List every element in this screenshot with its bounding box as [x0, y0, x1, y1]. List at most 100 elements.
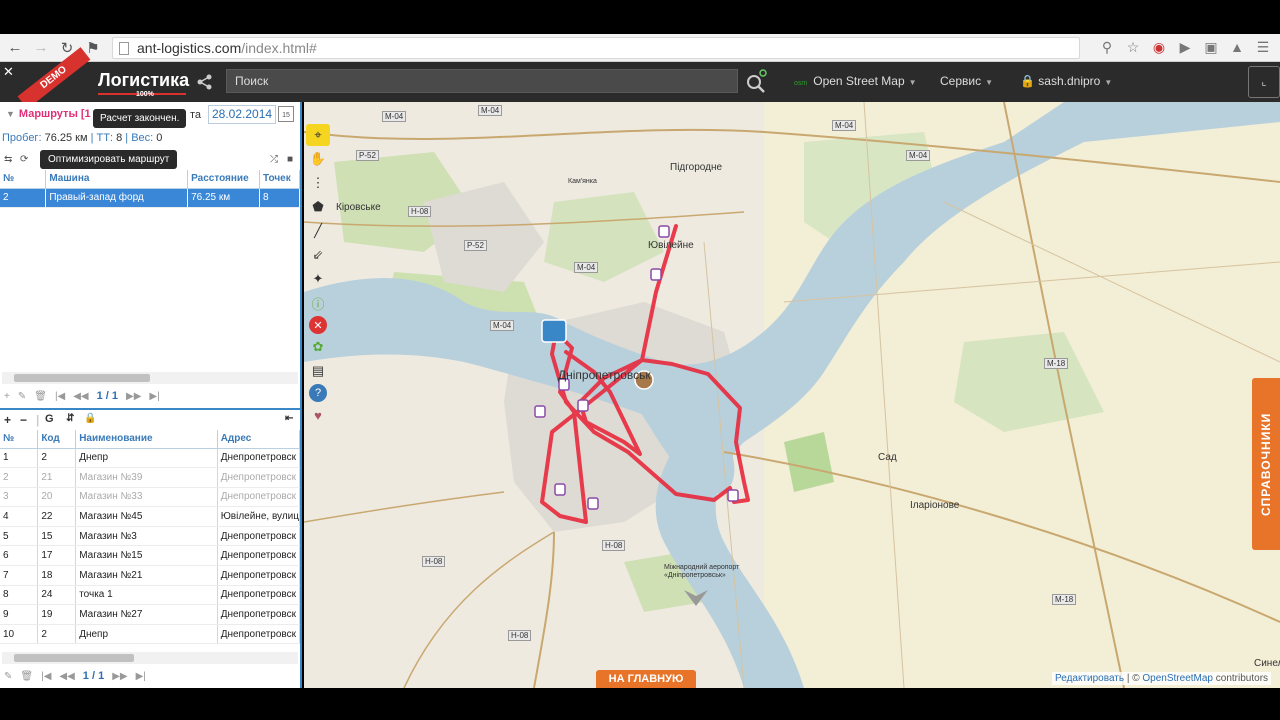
col-no[interactable]: № [0, 430, 39, 449]
map-view[interactable]: M-04 M-04 M-04 P-52 P-52 M-04 M-04 M-04 … [304, 102, 1280, 688]
close-icon[interactable]: ✕ [3, 64, 14, 80]
edit-icon[interactable]: ✎ [4, 671, 12, 682]
play-icon[interactable]: ▶ [1176, 38, 1194, 56]
first-page-icon[interactable]: |◀ [41, 671, 51, 682]
leaf-icon[interactable]: ✿ [306, 336, 330, 358]
col-name[interactable]: Наименование [75, 430, 218, 449]
back-icon[interactable]: ← [4, 37, 26, 59]
search-icon[interactable] [744, 68, 768, 94]
film-icon[interactable]: ▤ [306, 360, 330, 382]
table-row[interactable]: 9 19 Магазин №27 Днепропетровск [0, 604, 301, 625]
polygon-icon[interactable]: ⬟ [306, 196, 330, 218]
edit-link[interactable]: Редактировать [1055, 673, 1124, 684]
col-points[interactable]: Точек [259, 170, 300, 189]
trash-icon[interactable]: 🗑 [34, 391, 47, 402]
table-row[interactable]: 7 18 Магазин №21 Днепропетровск [0, 565, 301, 586]
prev-page-icon[interactable]: ◀◀ [73, 391, 88, 402]
shuffle-icon[interactable]: ⤮ [270, 154, 278, 165]
map-toolbar: ⌖ ✋ ⋮ ⬟ ╱ ⇙ ✦ ⓘ ✕ ✿ ▤ ? ♥ [306, 124, 330, 426]
table-row[interactable]: 3 20 Магазин №33 Днепропетровск [0, 487, 301, 508]
reference-tab[interactable]: СПРАВОЧНИКИ [1252, 378, 1280, 550]
hand-icon[interactable]: ✋ [306, 148, 330, 170]
routes-tab[interactable]: ▼ Маршруты [1 [6, 108, 91, 120]
table-row[interactable]: 5 15 Магазин №3 Днепропетровск [0, 526, 301, 547]
road-badge: P-52 [356, 150, 379, 161]
user-menu[interactable]: 🔒 sash.dnipro ▼ [1020, 74, 1112, 88]
cell-code: 19 [37, 604, 77, 625]
service-menu[interactable]: Сервис ▼ [940, 74, 993, 88]
home-button[interactable]: НА ГЛАВНУЮ [596, 670, 696, 688]
osm-tag: osm [794, 80, 808, 87]
locate-icon[interactable]: ⌖ [306, 124, 330, 146]
col-distance[interactable]: Расстояние [187, 170, 261, 189]
help-icon[interactable]: ? [309, 384, 327, 402]
table-row[interactable]: 2 Правый-запад форд 76.25 км 8 [0, 188, 300, 209]
remove-icon[interactable]: − [20, 413, 27, 427]
cell-code: 17 [37, 545, 77, 567]
points-toolbar: + − | G ⇵ 🔒 ⇤ [0, 412, 300, 430]
save-icon[interactable]: ■ [287, 154, 293, 165]
last-page-icon[interactable]: ▶| [149, 391, 159, 402]
points-pager: ✎ 🗑 |◀ ◀◀ 1 / 1 ▶▶ ▶| [4, 670, 146, 682]
next-page-icon[interactable]: ▶▶ [126, 391, 141, 402]
date-input[interactable]: 28.02.2014 [208, 105, 276, 124]
cell-name: Магазин №27 [75, 604, 218, 625]
swap-icon[interactable]: ⇆ [4, 154, 12, 165]
col-car[interactable]: Машина [45, 170, 189, 189]
share-icon[interactable] [196, 73, 214, 91]
sort-icon[interactable]: ⇵ [66, 413, 74, 424]
export-icon[interactable]: ⇤ [285, 413, 293, 424]
cell-no: 7 [0, 565, 39, 586]
drive-icon[interactable]: ▲ [1228, 38, 1246, 56]
optimize-tooltip: Оптимизировать маршрут [40, 150, 178, 169]
video-letterbox-bottom [0, 688, 1280, 720]
key-icon[interactable]: ⚲ [1098, 38, 1116, 56]
table-row[interactable]: 10 2 Днепр Днепропетровск [0, 624, 301, 645]
col-address[interactable]: Адрес [217, 430, 301, 449]
table-row[interactable]: 1 2 Днепр Днепропетровск [0, 448, 301, 469]
cell-no: 2 [0, 467, 39, 488]
address-bar[interactable]: ant-logistics.com/index.html# [112, 37, 1080, 59]
collapse-button[interactable]: ⌞ [1248, 66, 1280, 98]
table-row[interactable]: 6 17 Магазин №15 Днепропетровск [0, 545, 301, 567]
add-icon[interactable]: + [4, 391, 10, 402]
calendar-icon[interactable]: 15 [278, 106, 294, 122]
next-page-icon[interactable]: ▶▶ [112, 671, 127, 682]
col-no[interactable]: № [0, 170, 47, 189]
points-hscroll[interactable] [2, 652, 298, 664]
arrow-icon[interactable]: ⇙ [306, 244, 330, 266]
table-row[interactable]: 4 22 Магазин №45 Ювілейне, вулиц [0, 506, 301, 527]
menu-icon[interactable]: ☰ [1254, 38, 1272, 56]
scroll-thumb[interactable] [14, 374, 150, 382]
geocode-button[interactable]: G [45, 413, 54, 425]
delete-icon[interactable]: ✕ [309, 316, 327, 334]
edit-icon[interactable]: ✎ [18, 391, 26, 402]
table-row[interactable]: 2 21 Магазин №39 Днепропетровск [0, 467, 301, 488]
extension-red-icon[interactable]: ◉ [1150, 38, 1168, 56]
cell-code: 2 [37, 624, 77, 645]
trash-icon[interactable]: 🗑 [20, 671, 33, 682]
search-input[interactable]: Поиск [226, 69, 738, 93]
prev-page-icon[interactable]: ◀◀ [59, 671, 74, 682]
scroll-thumb[interactable] [14, 654, 134, 662]
info-icon[interactable]: ⓘ [306, 292, 330, 314]
first-page-icon[interactable]: |◀ [55, 391, 65, 402]
magic-icon[interactable]: ✦ [306, 268, 330, 290]
lock-icon[interactable]: 🔒 [84, 413, 96, 424]
road-badge: M-04 [574, 262, 599, 273]
points-icon[interactable]: ⋮ [306, 172, 330, 194]
bag-icon[interactable]: ♥ [306, 404, 330, 426]
cell-code: 2 [37, 448, 77, 469]
routes-hscroll[interactable] [2, 372, 298, 384]
last-page-icon[interactable]: ▶| [136, 671, 146, 682]
table-row[interactable]: 8 24 точка 1 Днепропетровск [0, 585, 301, 606]
col-code[interactable]: Код [37, 430, 77, 449]
star-icon[interactable]: ☆ [1124, 38, 1142, 56]
add-icon[interactable]: + [4, 413, 11, 427]
map-provider-dropdown[interactable]: osm Open Street Map ▼ [794, 74, 917, 88]
line-icon[interactable]: ╱ [306, 220, 330, 242]
optimize-icon[interactable]: ⟳ [20, 154, 28, 165]
osm-link[interactable]: OpenStreetMap [1142, 673, 1213, 684]
forward-icon[interactable]: → [30, 37, 52, 59]
docs-icon[interactable]: ▣ [1202, 38, 1220, 56]
